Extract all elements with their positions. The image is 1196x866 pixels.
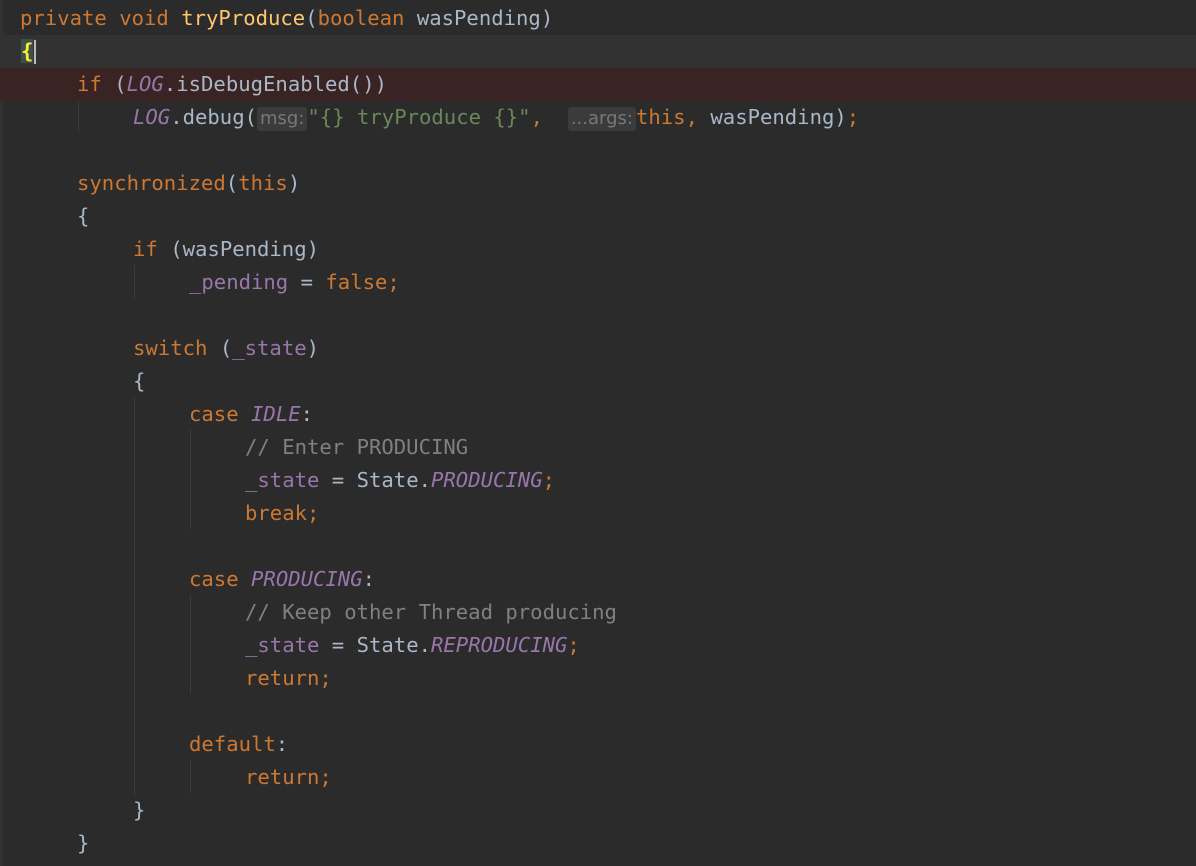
- line-comment: // Enter PRODUCING: [245, 435, 469, 459]
- colon: :: [362, 567, 376, 591]
- code-line[interactable]: return;: [0, 761, 1196, 794]
- argument: wasPending): [710, 105, 847, 129]
- string-literal: "{} tryProduce {}": [307, 105, 531, 129]
- assign-expression: = State.: [319, 468, 431, 492]
- semicolon: ;: [319, 765, 332, 789]
- method-call: .debug(: [170, 105, 257, 129]
- keyword-private: private: [20, 6, 107, 30]
- keyword-this: this: [635, 105, 686, 129]
- brace: }: [133, 798, 146, 822]
- keyword-switch: switch: [133, 336, 208, 360]
- code-line[interactable]: _state = State.REPRODUCING;: [0, 629, 1196, 662]
- code-editor[interactable]: private void tryProduce(boolean wasPendi…: [0, 0, 1196, 866]
- code-line[interactable]: _pending = false;: [0, 266, 1196, 299]
- brace: {: [77, 204, 90, 228]
- keyword-return: return: [245, 666, 320, 690]
- semicolon: ;: [567, 633, 580, 657]
- parameter-hint-msg: msg:: [257, 107, 308, 131]
- keyword-if: if: [133, 237, 158, 261]
- field-state: _state: [245, 468, 320, 492]
- static-field-log: LOG: [126, 72, 164, 96]
- code-line[interactable]: switch (_state): [0, 332, 1196, 365]
- code-line[interactable]: synchronized(this): [0, 167, 1196, 200]
- text-caret: [34, 40, 37, 64]
- brace: }: [77, 831, 90, 855]
- assign-expression: = State.: [319, 633, 431, 657]
- field-pending: _pending: [189, 270, 289, 294]
- paren-close: ): [306, 336, 320, 360]
- paren-open: (: [225, 171, 239, 195]
- keyword-if: if: [77, 72, 102, 96]
- keyword-case: case: [189, 402, 239, 426]
- code-line[interactable]: LOG.debug(msg: "{} tryProduce {}", ...arg…: [0, 101, 1196, 134]
- condition: (wasPending): [170, 237, 320, 261]
- keyword-case: case: [189, 567, 239, 591]
- line-comment: // Keep other Thread producing: [245, 600, 617, 624]
- assign-operator: =: [288, 270, 326, 294]
- breakpoint-line[interactable]: if (LOG.isDebugEnabled()): [0, 68, 1196, 101]
- semicolon: ;: [307, 501, 320, 525]
- paren-open: (: [219, 336, 233, 360]
- paren-close: ): [540, 6, 554, 30]
- parameter-hint-args: ...args:: [567, 107, 636, 131]
- paren-open: (: [114, 72, 127, 96]
- keyword-this: this: [238, 171, 288, 195]
- code-line[interactable]: {: [0, 365, 1196, 398]
- code-line[interactable]: return;: [0, 662, 1196, 695]
- keyword-void: void: [119, 6, 169, 30]
- enum-constant: PRODUCING: [251, 567, 363, 591]
- semicolon: ;: [846, 105, 860, 129]
- method-name: tryProduce: [181, 6, 306, 30]
- code-line[interactable]: }: [0, 794, 1196, 827]
- code-line[interactable]: case PRODUCING:: [0, 563, 1196, 596]
- colon: :: [300, 402, 314, 426]
- parameter-name: wasPending: [416, 6, 541, 30]
- code-line[interactable]: private void tryProduce(boolean wasPendi…: [0, 2, 1196, 35]
- code-line[interactable]: // Enter PRODUCING: [0, 431, 1196, 464]
- field-state: _state: [232, 336, 307, 360]
- enum-constant: PRODUCING: [431, 468, 543, 492]
- keyword-boolean: boolean: [317, 6, 405, 30]
- enum-constant: REPRODUCING: [431, 633, 568, 657]
- code-line[interactable]: if (wasPending): [0, 233, 1196, 266]
- semicolon: ;: [319, 666, 332, 690]
- code-line[interactable]: case IDLE:: [0, 398, 1196, 431]
- keyword-return: return: [245, 765, 320, 789]
- code-line[interactable]: }: [0, 827, 1196, 860]
- colon: :: [275, 732, 289, 756]
- semicolon: ;: [542, 468, 555, 492]
- semicolon: ;: [387, 270, 400, 294]
- code-line[interactable]: _state = State.PRODUCING;: [0, 464, 1196, 497]
- current-line[interactable]: {: [0, 35, 1196, 68]
- enum-constant: IDLE: [251, 402, 301, 426]
- matched-brace: {: [21, 39, 34, 63]
- code-line[interactable]: break;: [0, 497, 1196, 530]
- brace: {: [133, 369, 146, 393]
- comma: ,: [530, 105, 543, 129]
- keyword-false: false: [325, 270, 388, 294]
- keyword-default: default: [189, 732, 276, 756]
- comma: ,: [685, 105, 698, 129]
- field-state: _state: [245, 633, 320, 657]
- paren-close: ): [287, 171, 301, 195]
- method-call: .isDebugEnabled()): [163, 72, 388, 96]
- paren-open: (: [305, 6, 318, 30]
- code-line[interactable]: default:: [0, 728, 1196, 761]
- keyword-break: break: [245, 501, 307, 525]
- static-field-log: LOG: [133, 105, 171, 129]
- keyword-synchronized: synchronized: [77, 171, 226, 195]
- code-line[interactable]: // Keep other Thread producing: [0, 596, 1196, 629]
- code-line[interactable]: {: [0, 200, 1196, 233]
